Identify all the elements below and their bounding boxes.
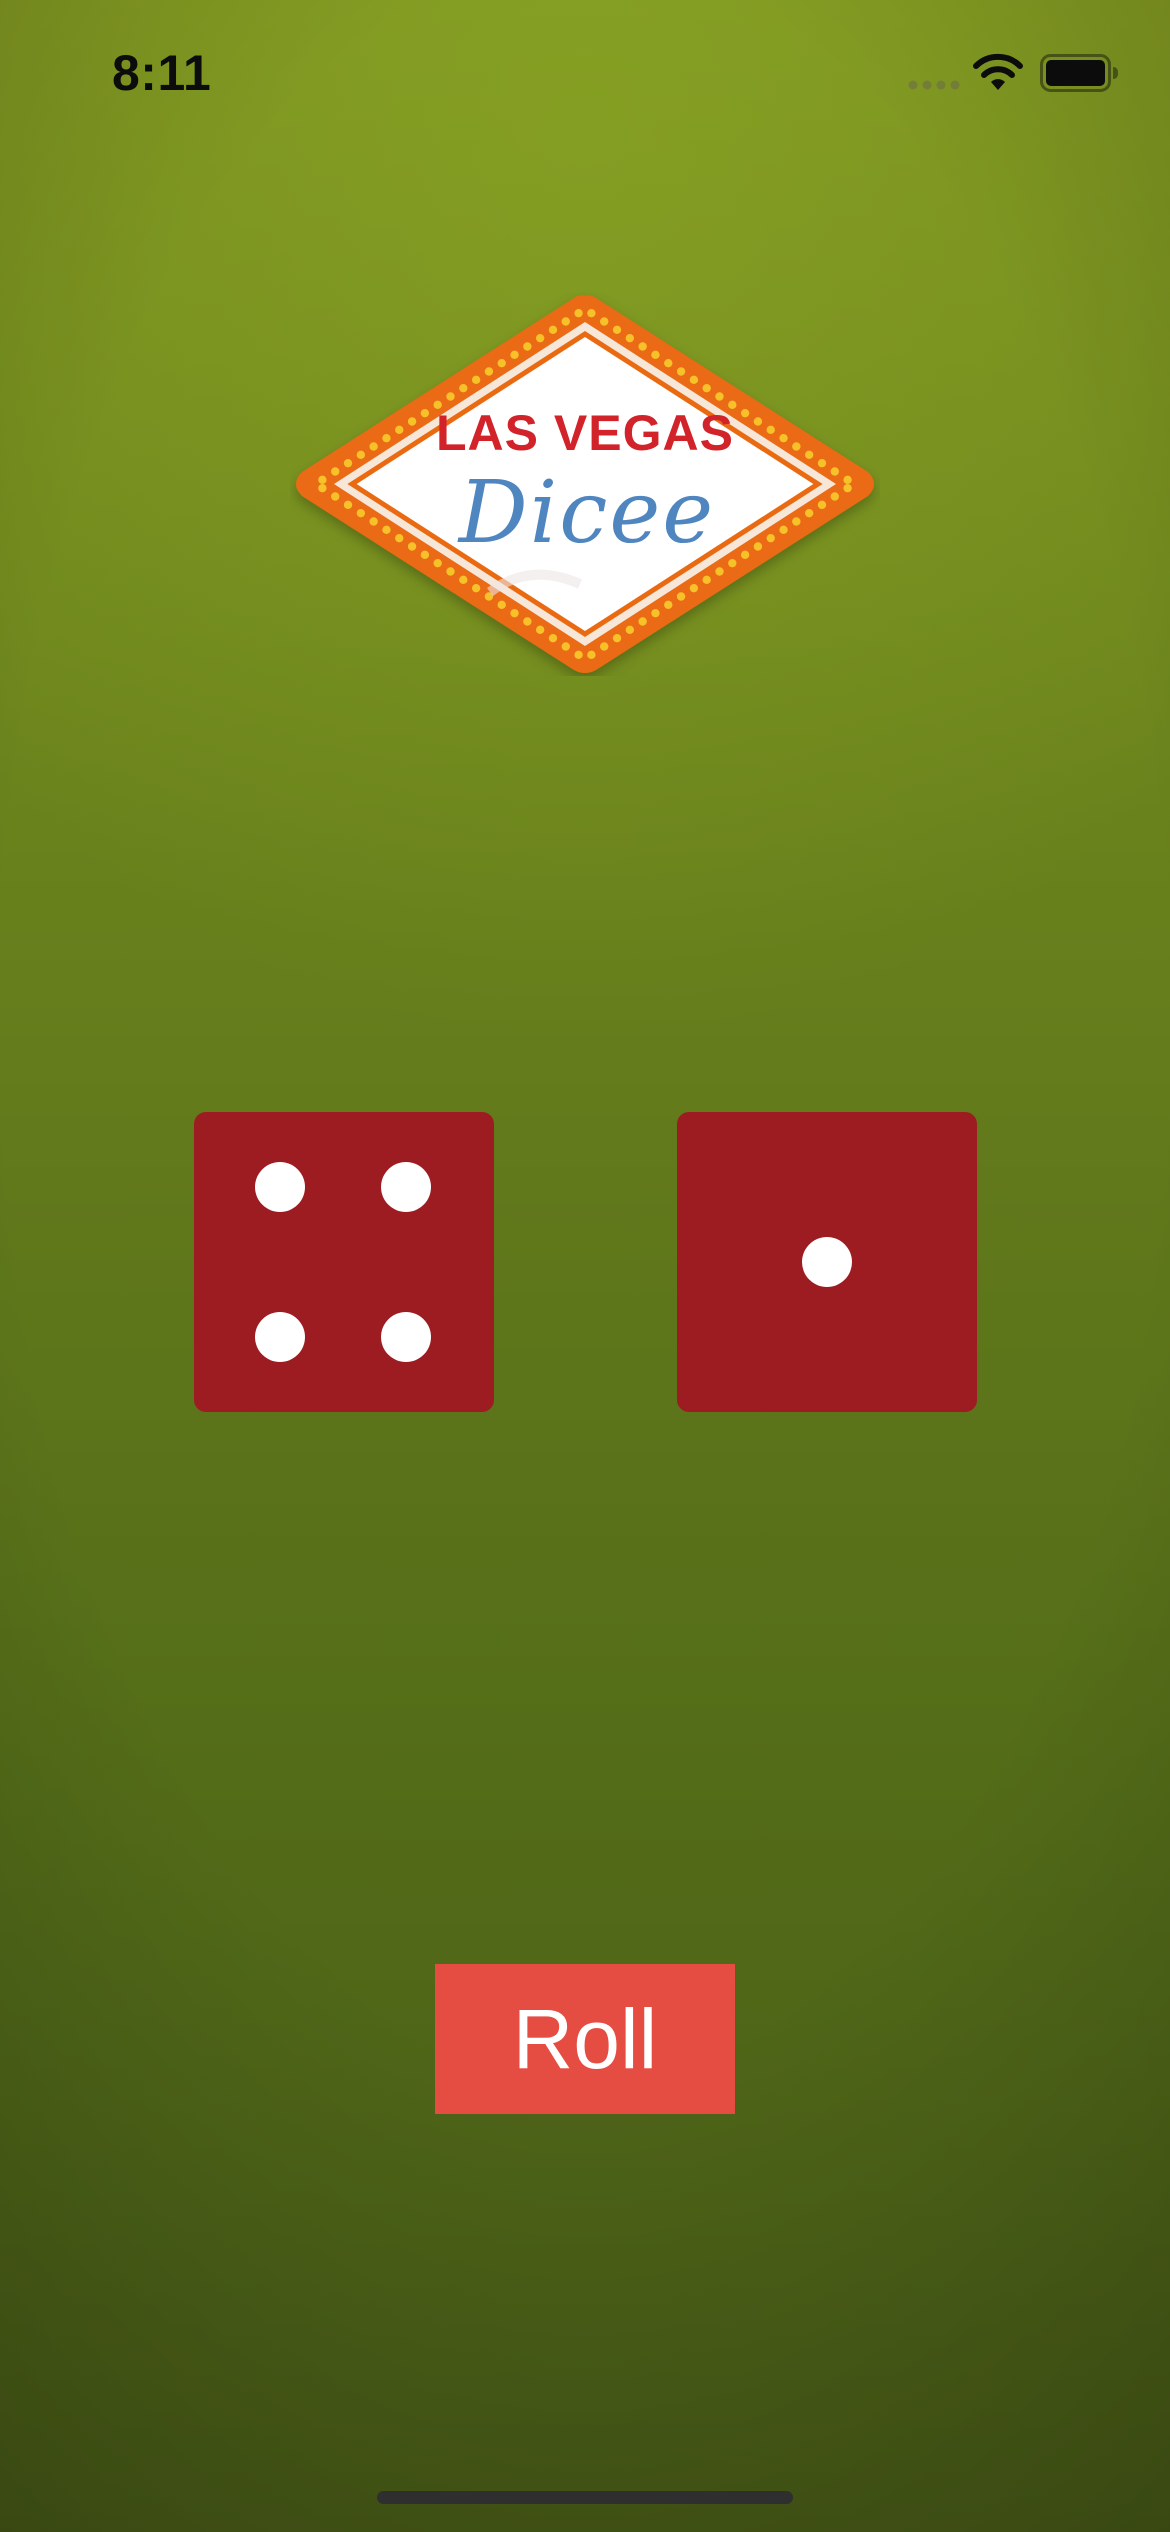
marquee-bulb [728,558,737,568]
marquee-bulb [561,317,570,326]
marquee-bulb [574,650,583,660]
marquee-bulb [804,450,814,460]
marquee-bulb [843,483,852,493]
marquee-bulb [792,517,801,526]
battery-icon [1040,54,1118,92]
pip [381,1312,431,1362]
pip [255,1162,305,1212]
marquee-bulb [548,325,558,335]
pip [802,1237,852,1287]
marquee-bulb [420,550,430,560]
marquee-bulb [574,308,583,318]
marquee-bulb [356,508,366,518]
signal-dots-icon [908,80,960,90]
marquee-bulb [766,425,775,435]
marquee-bulb [459,575,468,585]
marquee-bulb [715,392,724,401]
marquee-bulb [497,358,506,368]
marquee-bulb [664,358,673,368]
marquee-bulb [830,492,839,501]
marquee-bulb [625,333,635,343]
marquee-bulb [843,475,852,485]
marquee-bulb [779,433,788,443]
marquee-bulb [446,392,455,401]
logo-sign: LAS VEGAS Dicee [296,295,874,673]
marquee-bulb [587,308,596,318]
marquee-bulb [664,600,673,610]
marquee-bulb [792,442,801,451]
marquee-bulb [740,550,750,560]
home-indicator[interactable] [377,2491,793,2504]
marquee-bulb [600,317,609,326]
marquee-bulb [817,500,827,510]
marquee-bulb [407,542,417,551]
marquee-bulb [331,492,340,501]
marquee-bulb [587,650,596,660]
marquee-bulb [689,375,699,385]
marquee-bulb [753,417,763,426]
marquee-bulb [600,642,609,651]
marquee-bulb [459,383,468,393]
marquee-bulb [510,350,519,360]
marquee-bulb [651,608,660,618]
marquee-bulb [420,408,430,418]
marquee-bulb [523,342,532,351]
marquee-bulb [471,375,481,385]
status-bar: 8:11 [0,0,1170,140]
marquee-bulb [625,625,635,635]
marquee-bulb [331,467,340,476]
marquee-bulb [651,350,660,360]
las-vegas-dicee-logo: LAS VEGAS Dicee [290,292,880,676]
marquee-bulb [676,367,686,376]
marquee-bulb [779,525,788,535]
marquee-bulb [638,342,647,351]
marquee-bulb [369,442,378,451]
marquee-bulb [343,458,353,468]
marquee-bulb [382,433,391,443]
marquee-bulb [715,567,724,576]
marquee-bulb [702,383,711,393]
roll-button[interactable]: Roll [435,1964,735,2114]
logo-subtitle: Dicee [457,463,715,563]
marquee-bulb [804,508,814,518]
marquee-bulb [497,600,506,610]
marquee-bulb [318,475,327,485]
pip [255,1312,305,1362]
marquee-bulb [343,500,353,510]
pip [381,1162,431,1212]
marquee-bulb [638,617,647,626]
marquee-bulb [740,408,750,418]
left-die [194,1112,494,1412]
marquee-bulb [369,517,378,526]
marquee-bulb [446,567,455,576]
marquee-bulb [356,450,366,460]
marquee-bulb [510,608,519,618]
marquee-bulb [830,467,839,476]
marquee-bulb [676,592,686,601]
marquee-bulb [395,533,404,543]
marquee-bulb [395,425,404,435]
marquee-bulb [484,367,494,376]
marquee-bulb [471,583,481,593]
marquee-bulb [612,633,622,643]
marquee-bulb [535,333,545,343]
marquee-bulb [753,542,763,551]
marquee-bulb [612,325,622,335]
marquee-bulb [702,575,711,585]
marquee-bulb [318,483,327,493]
marquee-bulb [523,617,532,626]
marquee-bulb [689,583,699,593]
marquee-bulb [817,458,827,468]
marquee-bulb [561,642,570,651]
right-die [677,1112,977,1412]
wifi-icon [973,53,1023,90]
marquee-bulb [382,525,391,535]
marquee-bulb [407,417,417,426]
logo-title: LAS VEGAS [436,405,734,461]
marquee-bulb [433,558,442,568]
status-time: 8:11 [112,45,212,101]
marquee-bulb [535,625,545,635]
marquee-bulb [548,633,558,643]
marquee-bulb [766,533,775,543]
